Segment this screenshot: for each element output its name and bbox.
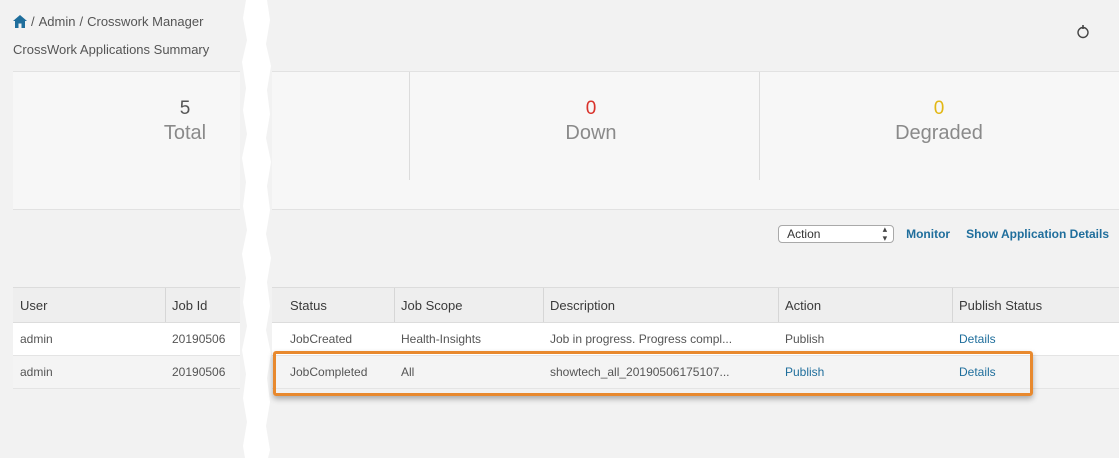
stat-total-value: 5 — [179, 98, 191, 119]
column-header-job-scope[interactable]: Job Scope — [394, 288, 543, 322]
column-header-status[interactable]: Status — [283, 288, 394, 322]
cell-description: Job in progress. Progress compl... — [550, 332, 733, 346]
cell-user: admin — [20, 365, 53, 379]
page: / Admin / Crosswork Manager CrossWork Ap… — [0, 0, 1119, 458]
show-application-details-link[interactable]: Show Application Details — [966, 227, 1109, 241]
column-header-publish-status[interactable]: Publish Status — [952, 288, 1119, 322]
stat-degraded: 0 Degraded — [769, 98, 1109, 146]
cell-status: JobCreated — [290, 332, 353, 346]
cell-status: JobCompleted — [290, 365, 368, 379]
column-header-user[interactable]: User — [13, 288, 165, 322]
cell-job-scope: Health-Insights — [401, 332, 482, 346]
stat-degraded-label: Degraded — [895, 122, 983, 144]
refresh-icon[interactable] — [1075, 24, 1091, 40]
table-header: User Job Id Status Job Scope Description… — [13, 287, 1119, 323]
action-select-value: Action — [787, 227, 821, 241]
toolbar: Action ▴ ▾ Monitor Show Application Detai… — [778, 224, 1109, 244]
stat-down: 0 Down — [421, 98, 761, 146]
action-select[interactable]: Action ▴ ▾ — [778, 224, 895, 243]
page-subtitle: CrossWork Applications Summary — [13, 42, 210, 57]
column-header-action[interactable]: Action — [778, 288, 952, 322]
stat-divider — [759, 72, 760, 180]
details-link[interactable]: Details — [952, 323, 1119, 355]
details-link[interactable]: Details — [952, 356, 1119, 388]
home-icon[interactable] — [13, 15, 27, 28]
stat-total: 5 Total — [15, 98, 355, 146]
cell-action-publish: Publish — [785, 332, 825, 346]
stat-down-label: Down — [565, 122, 617, 144]
table-row[interactable]: admin 20190506 JobCreated Health-Insight… — [13, 323, 1119, 356]
breadcrumb-admin[interactable]: Admin — [39, 14, 76, 29]
breadcrumb-separator: / — [79, 14, 84, 29]
table-row[interactable]: admin 20190506 JobCompleted All showtech… — [13, 356, 1119, 389]
torn-edge-divider — [240, 0, 272, 458]
stat-total-label: Total — [163, 122, 207, 144]
stat-down-value: 0 — [585, 98, 597, 119]
column-header-description[interactable]: Description — [543, 288, 778, 322]
breadcrumb-current: Crosswork Manager — [87, 14, 204, 29]
jobs-table: User Job Id Status Job Scope Description… — [13, 287, 1119, 389]
cell-description: showtech_all_20190506175107... — [550, 365, 730, 379]
stat-degraded-value: 0 — [933, 98, 945, 119]
cell-user: admin — [20, 332, 53, 346]
breadcrumb: / Admin / Crosswork Manager — [13, 14, 203, 29]
breadcrumb-separator: / — [31, 14, 35, 29]
publish-link[interactable]: Publish — [778, 356, 952, 388]
stat-divider — [409, 72, 410, 180]
summary-panel: 5 Total 0 Down 0 Degraded — [13, 71, 1119, 210]
select-arrows-icon: ▴ ▾ — [882, 224, 888, 243]
monitor-link[interactable]: Monitor — [906, 227, 950, 241]
cell-job-scope: All — [401, 365, 415, 379]
